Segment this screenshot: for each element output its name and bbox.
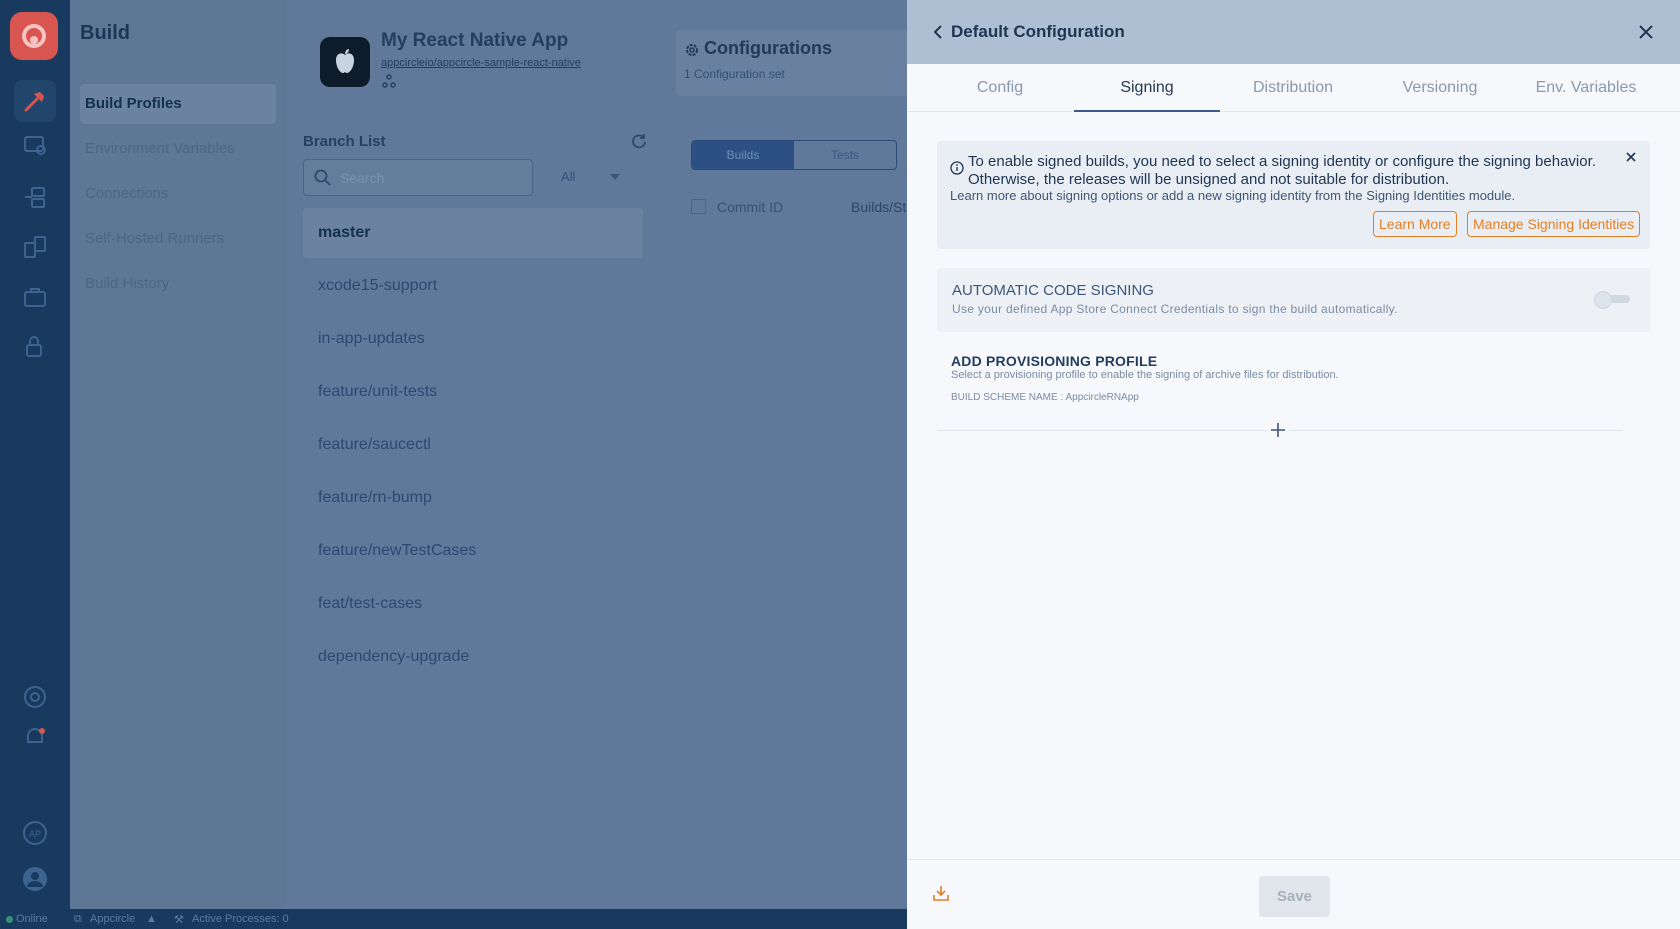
notifications-bell-icon[interactable] <box>14 716 56 758</box>
branch-filter-select[interactable]: All <box>546 159 634 196</box>
provisioning-profile-title: ADD PROVISIONING PROFILE <box>951 353 1158 369</box>
app-name: My React Native App <box>381 30 569 51</box>
org-avatar-icon[interactable]: AP <box>14 812 56 854</box>
auto-signing-toggle[interactable] <box>1594 291 1630 309</box>
nav-item-environment-variables[interactable]: Environment Variables <box>85 129 281 169</box>
build-profile-main: My React Native App appcircleio/appcircl… <box>286 0 916 909</box>
tab-config[interactable]: Config <box>927 64 1073 112</box>
download-icon[interactable] <box>932 884 950 902</box>
processes-icon: ⚒ <box>174 914 184 926</box>
signing-identities-icon[interactable] <box>14 326 56 368</box>
info-icon <box>950 161 964 175</box>
search-placeholder: Search <box>340 170 385 186</box>
publish-icon[interactable] <box>14 176 56 218</box>
builds-tests-toggle: Builds Tests <box>691 140 897 170</box>
close-icon[interactable] <box>1623 149 1639 165</box>
branch-item[interactable]: feature/newTestCases <box>303 526 643 576</box>
distribute-icon[interactable] <box>14 124 56 166</box>
segment-tests[interactable]: Tests <box>794 141 896 169</box>
nav-item-build-history[interactable]: Build History <box>85 264 281 304</box>
drawer-footer: Save <box>907 859 1680 929</box>
configurations-title: Configurations <box>704 38 832 58</box>
column-builds-status: Builds/St <box>851 199 907 215</box>
configurations-subtitle: 1 Configuration set <box>684 67 785 81</box>
branch-item[interactable]: feature/rn-bump <box>303 473 643 523</box>
tab-env-variables[interactable]: Env. Variables <box>1513 64 1659 112</box>
icon-rail: AP <box>0 0 70 909</box>
build-nav: Build Build Profiles Environment Variabl… <box>70 0 286 909</box>
drawer-title: Default Configuration <box>951 22 1125 41</box>
tab-signing[interactable]: Signing <box>1074 64 1220 112</box>
repo-link[interactable]: appcircleio/appcircle-sample-react-nativ… <box>381 57 581 69</box>
chevron-up-icon[interactable]: ▲ <box>146 913 157 925</box>
auto-signing-description: Use your defined App Store Connect Crede… <box>952 302 1398 316</box>
chevron-down-icon <box>610 174 620 180</box>
online-dot-icon <box>6 916 13 923</box>
build-hammer-icon[interactable] <box>14 80 56 122</box>
segment-builds[interactable]: Builds <box>692 141 794 169</box>
signing-info-alert: To enable signed builds, you need to sel… <box>937 141 1650 249</box>
branch-item[interactable]: master <box>303 208 643 258</box>
filter-value: All <box>561 169 576 184</box>
testing-icon[interactable] <box>14 226 56 268</box>
gear-icon <box>686 44 698 56</box>
webhook-icon[interactable] <box>382 74 396 88</box>
online-status: Online <box>16 913 48 925</box>
toggle-knob <box>1594 291 1612 309</box>
tab-distribution[interactable]: Distribution <box>1220 64 1366 112</box>
alert-hint: Learn more about signing options or add … <box>950 188 1516 203</box>
close-icon[interactable] <box>1636 22 1656 42</box>
manage-signing-identities-button[interactable]: Manage Signing Identities <box>1467 211 1641 237</box>
search-icon <box>314 169 331 186</box>
enterprise-store-icon[interactable] <box>14 276 56 318</box>
user-avatar-icon[interactable] <box>14 858 56 900</box>
save-button[interactable]: Save <box>1259 876 1330 917</box>
drawer-header: Default Configuration <box>907 0 1680 64</box>
nav-item-build-profiles[interactable]: Build Profiles <box>80 84 276 124</box>
module-title: Build <box>80 22 130 44</box>
branch-item[interactable]: dependency-upgrade <box>303 632 643 682</box>
apple-icon <box>320 37 370 87</box>
status-bar: Online ⧉ Appcircle ▲ ⚒ Active Processes:… <box>0 909 907 929</box>
refresh-icon[interactable] <box>630 132 648 150</box>
learn-more-button[interactable]: Learn More <box>1373 211 1457 237</box>
drawer-tabs: Config Signing Distribution Versioning E… <box>907 64 1680 112</box>
provisioning-profile-description: Select a provisioning profile to enable … <box>951 369 1339 381</box>
svg-text:AP: AP <box>29 829 41 839</box>
org-switcher[interactable]: Appcircle <box>90 913 135 925</box>
configurations-card[interactable]: Configurations 1 Configuration set <box>676 30 916 96</box>
build-scheme-name: BUILD SCHEME NAME : AppcircleRNApp <box>951 392 1139 403</box>
column-commit-id: Commit ID <box>717 199 784 215</box>
select-all-checkbox[interactable] <box>691 199 706 214</box>
branch-item[interactable]: in-app-updates <box>303 314 643 364</box>
branch-search-input[interactable]: Search <box>303 159 533 196</box>
auto-signing-title: AUTOMATIC CODE SIGNING <box>952 282 1154 299</box>
branch-list-title: Branch List <box>303 133 386 150</box>
appcircle-logo-icon[interactable] <box>10 12 58 60</box>
branch-item[interactable]: feature/unit-tests <box>303 367 643 417</box>
nav-item-self-hosted-runners[interactable]: Self-Hosted Runners <box>85 219 281 259</box>
automatic-code-signing-card: AUTOMATIC CODE SIGNING Use your defined … <box>937 268 1650 332</box>
active-processes[interactable]: Active Processes: 0 <box>192 913 289 925</box>
branch-item[interactable]: xcode15-support <box>303 261 643 311</box>
back-arrow-icon[interactable] <box>929 23 947 41</box>
branch-item[interactable]: feature/saucectl <box>303 420 643 470</box>
nav-item-connections[interactable]: Connections <box>85 174 281 214</box>
help-icon[interactable] <box>14 676 56 718</box>
add-provisioning-profile-button[interactable] <box>1267 419 1289 441</box>
tab-versioning[interactable]: Versioning <box>1367 64 1513 112</box>
configuration-drawer: Default Configuration Config Signing Dis… <box>907 0 1680 929</box>
branch-item[interactable]: feat/test-cases <box>303 579 643 629</box>
org-icon: ⧉ <box>74 913 82 925</box>
plus-icon <box>1271 423 1285 437</box>
alert-message: To enable signed builds, you need to sel… <box>968 153 1596 188</box>
